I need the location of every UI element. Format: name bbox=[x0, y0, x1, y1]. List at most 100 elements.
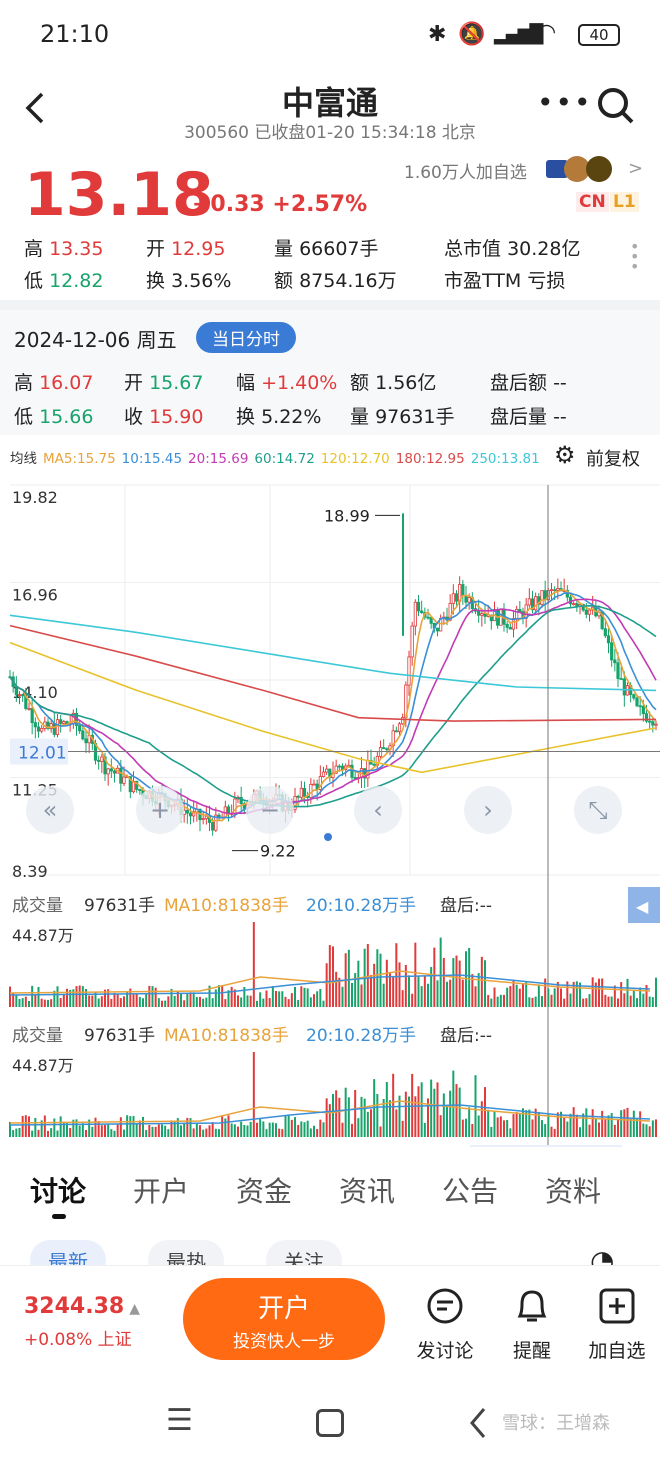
volume-bar bbox=[620, 1110, 623, 1137]
volume-bar bbox=[332, 946, 334, 1007]
candle bbox=[100, 756, 104, 762]
adjust-mode[interactable]: 前复权 bbox=[586, 445, 640, 471]
ma-legend-item: 10:15.45 bbox=[121, 451, 183, 467]
volume-value: 97631手 bbox=[84, 896, 155, 916]
candle bbox=[553, 589, 557, 592]
quote-panel: 13.18 +0.33 +2.57% 1.60万人加自选 > CN L1 高 1… bbox=[0, 156, 660, 300]
candle bbox=[309, 783, 313, 798]
tab-discuss[interactable]: 讨论 bbox=[30, 1170, 86, 1210]
l1-badge[interactable]: L1 bbox=[610, 192, 639, 212]
volume-bar bbox=[376, 949, 379, 1007]
price-change: +0.33 +2.57% bbox=[192, 192, 368, 217]
volume-bar bbox=[328, 945, 331, 1007]
volume-bar bbox=[604, 1118, 607, 1137]
volume-bar bbox=[278, 1128, 281, 1137]
volume-ma20: 20:10.28万手 bbox=[306, 896, 416, 916]
vertical-dots-icon[interactable]: • • • bbox=[630, 239, 639, 275]
volume-bar bbox=[233, 1124, 236, 1137]
day-low: 低 15.66 bbox=[14, 406, 94, 428]
kline-chart[interactable]: 均线 MA5:15.75 10:15.45 20:15.69 60:14.72 120:1… bbox=[0, 435, 660, 1147]
more-icon[interactable]: ••• bbox=[537, 86, 593, 119]
index-ticker[interactable]: 3244.38 ▲ +0.08% 上证 bbox=[24, 1294, 140, 1350]
volume-bar bbox=[601, 1110, 604, 1137]
volume-bar bbox=[94, 1117, 97, 1137]
volume-bar bbox=[154, 987, 157, 1007]
volume-bar bbox=[59, 1116, 62, 1137]
volume-bar bbox=[493, 1110, 496, 1137]
quote-row-2: 低 12.82 换 3.56% 额 8754.16万 市盈TTM 亏损 bbox=[24, 266, 624, 300]
volume-bar bbox=[506, 987, 509, 1007]
volume-bar bbox=[214, 1128, 217, 1137]
volume-bar bbox=[461, 979, 464, 1007]
open-account-button[interactable]: 开户 投资快人一步 bbox=[183, 1278, 385, 1360]
volume-bar bbox=[56, 986, 59, 1007]
candle bbox=[211, 822, 215, 831]
volume-bar bbox=[202, 1129, 205, 1137]
add-watchlist-button[interactable]: 加自选 bbox=[582, 1286, 652, 1363]
volume-bar bbox=[335, 971, 338, 1007]
volume-bar bbox=[534, 996, 537, 1007]
volume-ma10: MA10:81838手 bbox=[164, 1026, 289, 1046]
min-price-label: 9.22 bbox=[260, 842, 296, 861]
volume-bar bbox=[246, 1125, 249, 1137]
ma-label: 均线 bbox=[10, 451, 37, 467]
volume-bar bbox=[477, 1115, 480, 1137]
candle bbox=[325, 768, 329, 773]
chart-canvas[interactable]: 19.8216.9614.1011.258.3912.0118.999.22« +… bbox=[0, 475, 660, 1147]
wifi-icon: ◠ bbox=[537, 20, 557, 45]
volume-bar bbox=[28, 1116, 30, 1137]
candle bbox=[651, 721, 655, 726]
candle bbox=[119, 767, 123, 784]
volume-bar bbox=[585, 1108, 588, 1137]
plus-square-icon bbox=[599, 1288, 635, 1324]
candle bbox=[296, 795, 300, 798]
tab-account[interactable]: 开户 bbox=[133, 1170, 189, 1210]
volume-bar bbox=[157, 1124, 160, 1137]
content-tabs: 讨论 开户 资金 资讯 公告 资料 最新 最热 关注 ◔ bbox=[0, 1148, 660, 1280]
candle bbox=[464, 595, 468, 603]
volume-bar bbox=[218, 1129, 220, 1137]
alert-button[interactable]: 提醒 bbox=[497, 1286, 567, 1363]
volume-bar bbox=[610, 996, 613, 1007]
intraday-button[interactable]: 当日分时 bbox=[196, 322, 296, 353]
watermark: 雪球：王增森 bbox=[502, 1413, 610, 1434]
tab-announcements[interactable]: 公告 bbox=[442, 1170, 498, 1210]
volume-bar bbox=[446, 1105, 448, 1137]
volume-bar bbox=[249, 1121, 252, 1137]
day-amount: 额 1.56亿 bbox=[350, 372, 437, 394]
tab-profile[interactable]: 资料 bbox=[545, 1170, 601, 1210]
settings-icon[interactable]: ⚙ bbox=[554, 441, 576, 469]
candle bbox=[420, 610, 424, 614]
chevron-right-icon[interactable]: > bbox=[628, 158, 643, 179]
tab-funds[interactable]: 资金 bbox=[236, 1170, 292, 1210]
volume-bar bbox=[91, 1126, 94, 1137]
post-discussion-button[interactable]: 发讨论 bbox=[410, 1286, 480, 1363]
volume-bar bbox=[110, 1129, 113, 1137]
avatar bbox=[586, 156, 612, 182]
volume-bar bbox=[205, 997, 208, 1007]
volume-bar bbox=[243, 1124, 246, 1137]
back-nav-icon[interactable] bbox=[468, 1407, 488, 1439]
volume-bar bbox=[132, 994, 135, 1007]
tab-news[interactable]: 资讯 bbox=[339, 1170, 395, 1210]
volume-bar bbox=[309, 997, 312, 1007]
cn-badge[interactable]: CN bbox=[576, 192, 609, 212]
followers-count: 1.60万人加自选 bbox=[404, 163, 527, 183]
alert-label: 提醒 bbox=[512, 1340, 551, 1362]
volume-bar bbox=[135, 994, 138, 1007]
search-icon[interactable] bbox=[596, 86, 636, 126]
volume-bar bbox=[439, 1115, 442, 1137]
volume-bar bbox=[119, 1117, 122, 1137]
follower-avatars[interactable] bbox=[546, 156, 622, 182]
home-icon[interactable] bbox=[316, 1409, 344, 1437]
candle bbox=[97, 759, 101, 762]
volume-bar bbox=[227, 1115, 230, 1137]
volume-bar bbox=[221, 1116, 224, 1137]
menu-icon[interactable]: ☰ bbox=[166, 1403, 193, 1438]
day-open: 开 15.67 bbox=[124, 372, 204, 394]
volume-bar bbox=[382, 983, 385, 1007]
volume-bar bbox=[290, 993, 293, 1007]
max-price-label: 18.99 bbox=[324, 506, 370, 525]
volume-bar bbox=[341, 1122, 344, 1137]
volume-bar bbox=[360, 984, 363, 1007]
